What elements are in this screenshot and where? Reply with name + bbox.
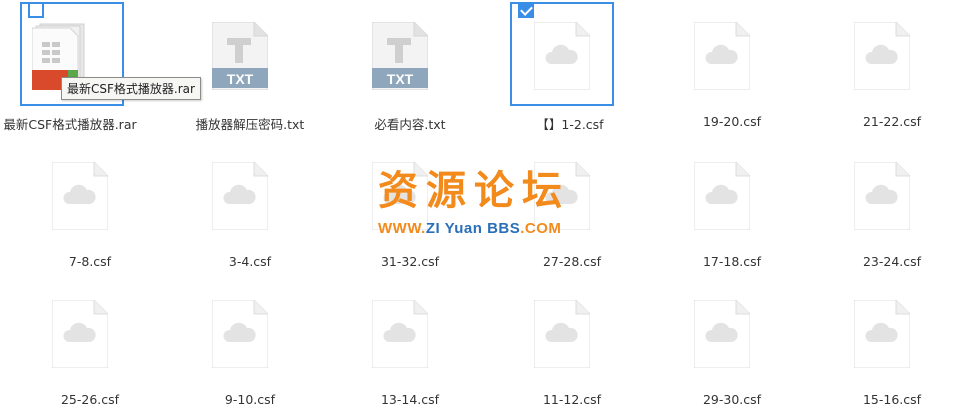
cloud-file-icon <box>212 300 268 368</box>
watermark-chinese-text: 资源论坛 <box>378 168 570 214</box>
txt-file-icon: TXT <box>212 22 268 90</box>
cloud-file-icon <box>854 22 910 90</box>
cloud-file-icon <box>854 300 910 368</box>
forum-watermark: 资源论坛 WWW.ZI Yuan BBS.COM <box>378 168 588 248</box>
file-name[interactable]: 19-20.csf <box>652 114 812 129</box>
cloud-file-icon <box>694 300 750 368</box>
watermark-zi: ZI <box>425 220 441 237</box>
txt-badge: TXT <box>226 71 254 87</box>
watermark-www: WWW. <box>378 220 426 237</box>
select-checkbox[interactable] <box>518 2 534 18</box>
file-item-txt[interactable]: TXT 播放器解压密码.txt <box>180 0 304 132</box>
txt-file-icon: TXT <box>372 22 428 90</box>
file-name[interactable]: 13-14.csf <box>330 392 490 407</box>
file-name[interactable]: 播放器解压密码.txt <box>170 114 330 133</box>
file-name[interactable]: 29-30.csf <box>652 392 812 407</box>
select-checkbox[interactable] <box>28 2 44 18</box>
file-item-csf[interactable]: 3-4.csf <box>180 140 300 270</box>
file-name[interactable]: 23-24.csf <box>812 254 965 269</box>
file-item-csf[interactable]: 25-26.csf <box>20 278 140 408</box>
file-item-csf[interactable]: 13-14.csf <box>340 278 460 408</box>
file-item-csf[interactable]: 15-16.csf <box>822 278 942 408</box>
file-item-csf[interactable]: 9-10.csf <box>180 278 300 408</box>
file-name[interactable]: 17-18.csf <box>652 254 812 269</box>
file-item-csf[interactable]: 23-24.csf <box>822 140 942 270</box>
cloud-file-icon <box>694 162 750 230</box>
file-name[interactable]: 7-8.csf <box>10 254 170 269</box>
file-item-csf[interactable]: 7-8.csf <box>20 140 140 270</box>
file-name[interactable]: 【】1-2.csf <box>490 114 650 133</box>
file-name[interactable]: 9-10.csf <box>170 392 330 407</box>
file-name[interactable]: 11-12.csf <box>492 392 652 407</box>
watermark-com: .COM <box>520 220 562 237</box>
watermark-url: WWW.ZI Yuan BBS.COM <box>378 220 588 237</box>
cloud-file-icon <box>372 300 428 368</box>
file-item-rar[interactable]: 最新CSF格式播放器.rar <box>0 0 137 132</box>
cloud-file-icon <box>52 162 108 230</box>
file-item-csf[interactable]: 21-22.csf <box>822 0 942 130</box>
file-item-csf[interactable]: 17-18.csf <box>662 140 782 270</box>
file-item-txt[interactable]: TXT 必看内容.txt <box>340 0 460 132</box>
file-name[interactable]: 15-16.csf <box>812 392 965 407</box>
cloud-file-icon <box>534 300 590 368</box>
file-name[interactable]: 27-28.csf <box>492 254 652 269</box>
file-name[interactable]: 最新CSF格式播放器.rar <box>0 114 150 133</box>
file-name[interactable]: 3-4.csf <box>170 254 330 269</box>
cloud-file-icon <box>534 22 590 90</box>
txt-badge: TXT <box>386 71 414 87</box>
file-name[interactable]: 21-22.csf <box>812 114 965 129</box>
file-item-csf[interactable]: 11-12.csf <box>502 278 622 408</box>
file-item-csf[interactable]: 19-20.csf <box>662 0 782 130</box>
cloud-file-icon <box>52 300 108 368</box>
cloud-file-icon <box>212 162 268 230</box>
file-name[interactable]: 31-32.csf <box>330 254 490 269</box>
watermark-yuan: Yuan <box>440 220 488 237</box>
cloud-file-icon <box>854 162 910 230</box>
file-name[interactable]: 必看内容.txt <box>330 114 490 133</box>
filename-tooltip: 最新CSF格式播放器.rar <box>61 77 201 100</box>
file-grid: 最新CSF格式播放器.rar TXT 播放器解压密码.txt TXT 必看内容.… <box>0 0 965 412</box>
cloud-file-icon <box>694 22 750 90</box>
file-item-csf[interactable]: 【】1-2.csf <box>490 0 614 132</box>
file-name[interactable]: 25-26.csf <box>10 392 170 407</box>
watermark-bbs: BBS <box>487 220 521 237</box>
file-item-csf[interactable]: 29-30.csf <box>662 278 782 408</box>
